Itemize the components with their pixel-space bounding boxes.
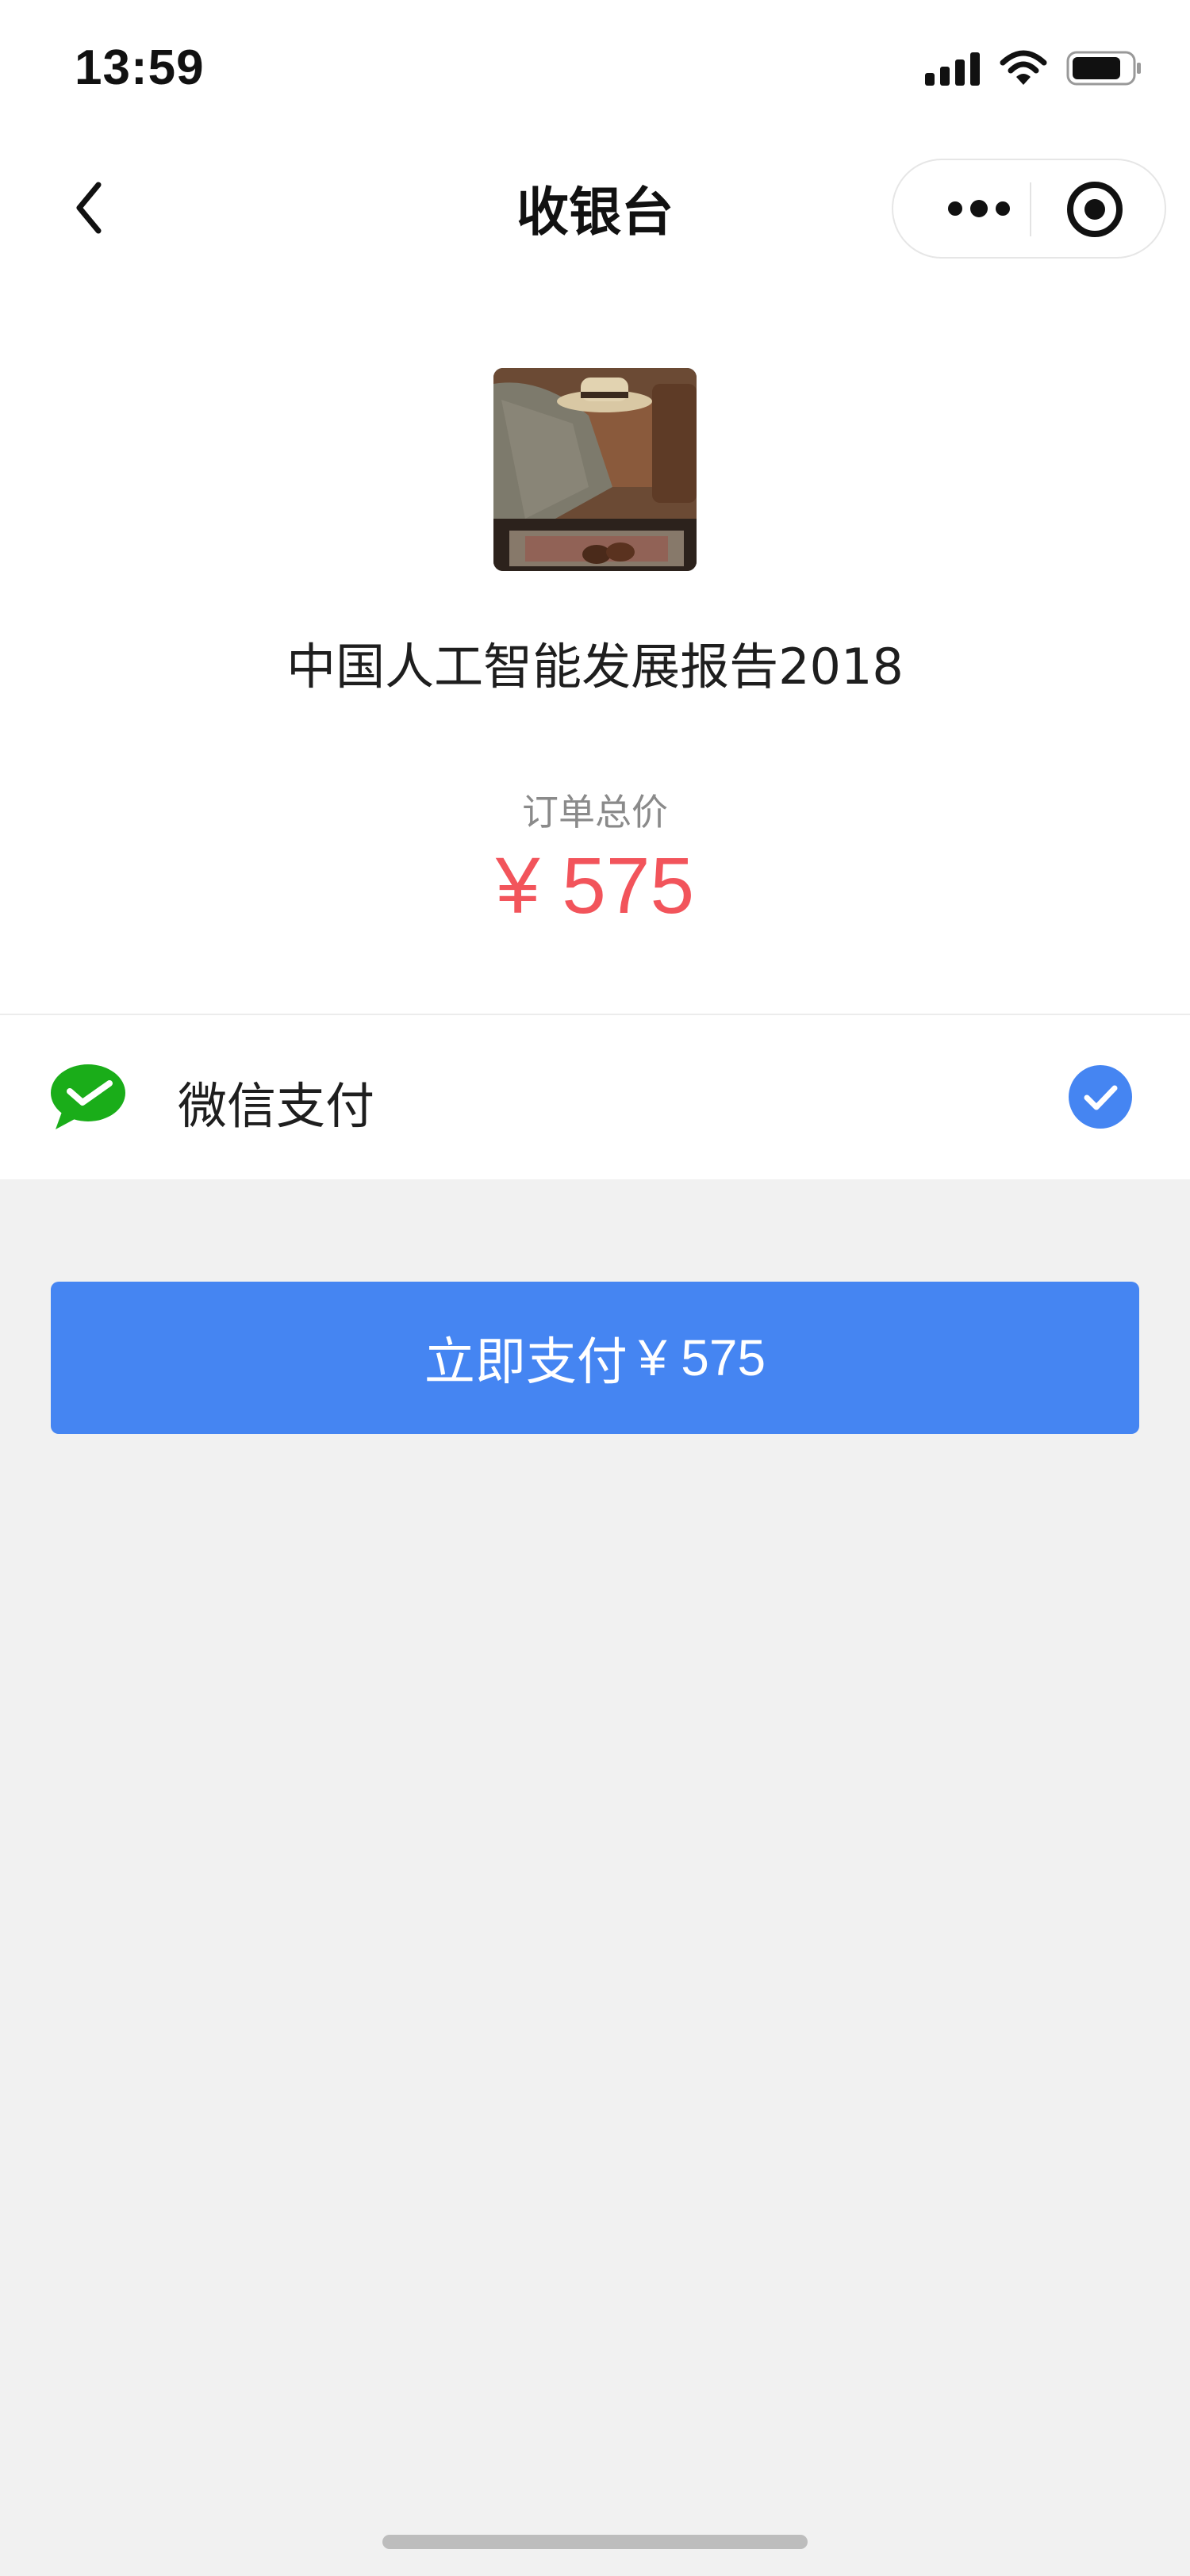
capsule-divider	[1030, 182, 1031, 236]
home-indicator[interactable]	[382, 2535, 808, 2549]
status-icons	[925, 50, 1142, 90]
product-image	[493, 368, 697, 571]
status-time: 13:59	[75, 40, 205, 95]
signal-icon	[925, 51, 981, 89]
pay-button-amount: ¥ 575	[638, 1329, 766, 1386]
more-button[interactable]	[931, 187, 1027, 233]
mini-program-capsule	[892, 159, 1166, 259]
wifi-icon	[1000, 50, 1047, 90]
pay-now-button[interactable]: 立即支付 ¥ 575	[51, 1282, 1139, 1434]
checkmark-selected-icon[interactable]	[1068, 1064, 1133, 1129]
payment-method-label: 微信支付	[178, 1077, 375, 1135]
pay-button-label: 立即支付	[424, 1333, 628, 1392]
more-icon	[947, 199, 1011, 221]
battery-icon	[1066, 50, 1142, 90]
payment-method-wechat[interactable]: 微信支付	[0, 1015, 1190, 1179]
close-button[interactable]	[1063, 179, 1127, 243]
wechat-pay-icon	[49, 1063, 127, 1131]
product-title: 中国人工智能发展报告2018	[286, 638, 904, 696]
close-target-icon	[1065, 179, 1125, 243]
order-total-price: ¥ 575	[495, 841, 695, 930]
order-total-label: 订单总价	[522, 791, 668, 834]
